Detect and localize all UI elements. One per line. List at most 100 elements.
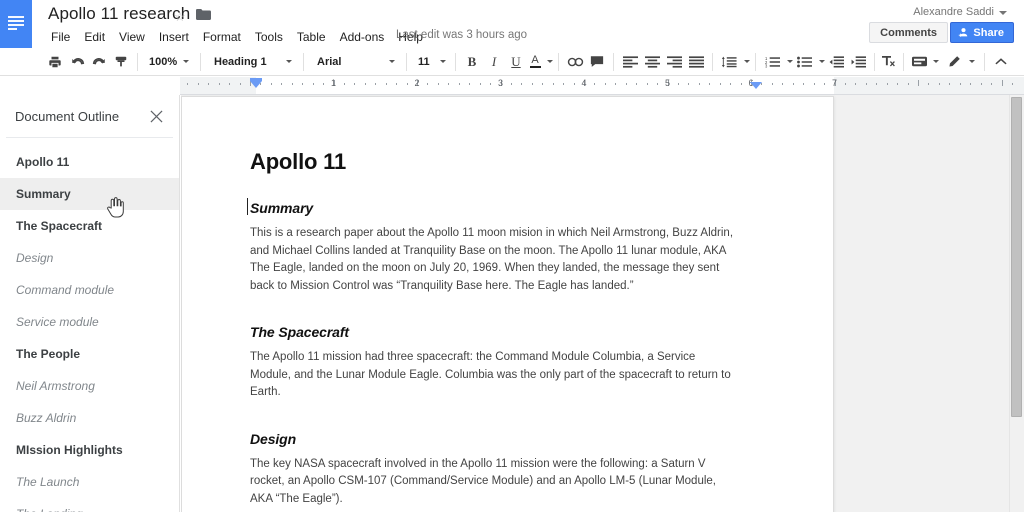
comments-button[interactable]: Comments bbox=[869, 22, 948, 43]
outline-item-label: Service module bbox=[16, 315, 99, 329]
redo-icon[interactable] bbox=[88, 51, 110, 73]
numbered-list-icon[interactable]: 123 bbox=[761, 51, 783, 73]
paint-format-icon[interactable] bbox=[110, 51, 132, 73]
outline-item-the-landing[interactable]: The Landing bbox=[0, 498, 179, 512]
menu-tools[interactable]: Tools bbox=[248, 28, 290, 46]
input-tools-control[interactable] bbox=[909, 51, 939, 73]
menu-format[interactable]: Format bbox=[196, 28, 248, 46]
outline-item-the-people[interactable]: The People bbox=[0, 338, 179, 370]
document-page[interactable]: Apollo 11 Summary This is a research pap… bbox=[181, 96, 834, 512]
zoom-value: 100% bbox=[149, 55, 178, 68]
vertical-scrollbar-thumb[interactable] bbox=[1011, 97, 1022, 417]
left-indent-marker[interactable] bbox=[250, 81, 262, 88]
increase-indent-icon[interactable] bbox=[847, 51, 869, 73]
outline-item-service-module[interactable]: Service module bbox=[0, 306, 179, 338]
text-color-control[interactable]: A bbox=[527, 51, 553, 73]
chevron-down-icon[interactable] bbox=[999, 11, 1007, 15]
numbered-list-control[interactable]: 123 bbox=[761, 51, 793, 73]
chevron-down-icon[interactable] bbox=[547, 60, 553, 63]
outline-item-the-spacecraft[interactable]: The Spacecraft bbox=[0, 210, 179, 242]
align-center-icon[interactable] bbox=[641, 51, 663, 73]
outline-item-mission-highlights[interactable]: MIssion Highlights bbox=[0, 434, 179, 466]
menu-insert[interactable]: Insert bbox=[152, 28, 196, 46]
ruler-tick bbox=[688, 83, 690, 85]
text-color-label: A bbox=[531, 54, 539, 66]
ruler-tick bbox=[270, 83, 272, 85]
outline-item-summary[interactable]: Summary bbox=[0, 178, 179, 210]
ruler-tick bbox=[625, 83, 627, 85]
chevron-down-icon[interactable] bbox=[744, 60, 750, 63]
menu-view[interactable]: View bbox=[112, 28, 152, 46]
outline-item-label: The Spacecraft bbox=[16, 219, 103, 233]
bulleted-list-control[interactable] bbox=[793, 51, 825, 73]
zoom-select[interactable]: 100% bbox=[143, 51, 195, 73]
ruler-tick bbox=[208, 83, 210, 85]
chevron-down-icon[interactable] bbox=[933, 60, 939, 63]
font-family-select[interactable]: Arial bbox=[309, 51, 401, 73]
menu-bar: File Edit View Insert Format Tools Table… bbox=[44, 28, 430, 46]
menu-add-ons[interactable]: Add-ons bbox=[333, 28, 392, 46]
underline-button[interactable]: U bbox=[505, 51, 527, 73]
ruler-tick bbox=[918, 80, 919, 86]
last-edit-status[interactable]: Last edit was 3 hours ago bbox=[396, 29, 527, 41]
ruler-tick bbox=[354, 83, 356, 85]
outline-item-label: Apollo 11 bbox=[16, 155, 70, 169]
print-icon[interactable] bbox=[44, 51, 66, 73]
close-icon[interactable] bbox=[147, 107, 165, 125]
menu-edit[interactable]: Edit bbox=[77, 28, 112, 46]
outline-item-the-launch[interactable]: The Launch bbox=[0, 466, 179, 498]
input-tools-icon[interactable] bbox=[909, 51, 929, 73]
share-button[interactable]: Share bbox=[950, 22, 1014, 43]
ruler-left-margin bbox=[180, 77, 256, 94]
align-right-icon[interactable] bbox=[663, 51, 685, 73]
font-family-value: Arial bbox=[317, 55, 342, 68]
star-outline-icon[interactable]: ☆ bbox=[174, 10, 186, 23]
bulleted-list-icon[interactable] bbox=[793, 51, 815, 73]
ruler-tick bbox=[719, 83, 721, 85]
ruler-tick bbox=[615, 83, 617, 85]
document-title[interactable]: Apollo 11 research bbox=[48, 4, 190, 24]
decrease-indent-icon[interactable] bbox=[825, 51, 847, 73]
chevron-up-icon[interactable] bbox=[990, 51, 1012, 73]
add-comment-icon[interactable] bbox=[586, 51, 608, 73]
toolbar-divider bbox=[712, 52, 713, 71]
outline-item-buzz-aldrin[interactable]: Buzz Aldrin bbox=[0, 402, 179, 434]
menu-table[interactable]: Table bbox=[290, 28, 333, 46]
folder-icon[interactable] bbox=[196, 9, 211, 20]
pencil-edit-icon[interactable] bbox=[943, 51, 965, 73]
clear-formatting-icon[interactable] bbox=[880, 51, 898, 73]
outline-item-label: Command module bbox=[16, 283, 115, 297]
bold-button[interactable]: B bbox=[461, 51, 483, 73]
line-spacing-control[interactable] bbox=[718, 51, 750, 73]
account-name[interactable]: Alexandre Saddi bbox=[913, 6, 994, 18]
outline-item-design[interactable]: Design bbox=[0, 242, 179, 274]
document-heading-1: Apollo 11 bbox=[250, 149, 346, 174]
outline-item-apollo-11[interactable]: Apollo 11 bbox=[0, 146, 179, 178]
align-left-icon[interactable] bbox=[619, 51, 641, 73]
vertical-scrollbar-track[interactable] bbox=[1009, 95, 1024, 512]
outline-item-neil-armstrong[interactable]: Neil Armstrong bbox=[0, 370, 179, 402]
text-color-button[interactable]: A bbox=[527, 51, 543, 73]
undo-icon[interactable] bbox=[66, 51, 88, 73]
line-spacing-icon[interactable] bbox=[718, 51, 740, 73]
share-button-label: Share bbox=[973, 26, 1004, 39]
google-docs-logo[interactable] bbox=[0, 0, 32, 48]
chevron-down-icon[interactable] bbox=[969, 60, 975, 63]
menu-file[interactable]: File bbox=[44, 28, 77, 46]
ruler-tick bbox=[698, 83, 700, 85]
italic-button[interactable]: I bbox=[483, 51, 505, 73]
ruler-tick bbox=[406, 83, 408, 85]
section-heading-label: Summary bbox=[250, 200, 314, 217]
document-outline-panel: Document Outline Apollo 11 Summary The Spa… bbox=[0, 95, 180, 512]
ruler-tick bbox=[677, 83, 679, 85]
svg-text:3: 3 bbox=[765, 63, 768, 67]
ruler-number: 5 bbox=[664, 78, 671, 88]
horizontal-ruler[interactable]: 1234567 bbox=[180, 77, 1024, 95]
outline-item-command-module[interactable]: Command module bbox=[0, 274, 179, 306]
align-justify-icon[interactable] bbox=[685, 51, 707, 73]
paragraph-style-select[interactable]: Heading 1 bbox=[206, 51, 298, 73]
font-size-select[interactable]: 11 bbox=[412, 51, 450, 73]
right-indent-marker[interactable] bbox=[750, 82, 762, 89]
link-icon[interactable] bbox=[564, 51, 586, 73]
editing-mode-control[interactable] bbox=[943, 51, 975, 73]
